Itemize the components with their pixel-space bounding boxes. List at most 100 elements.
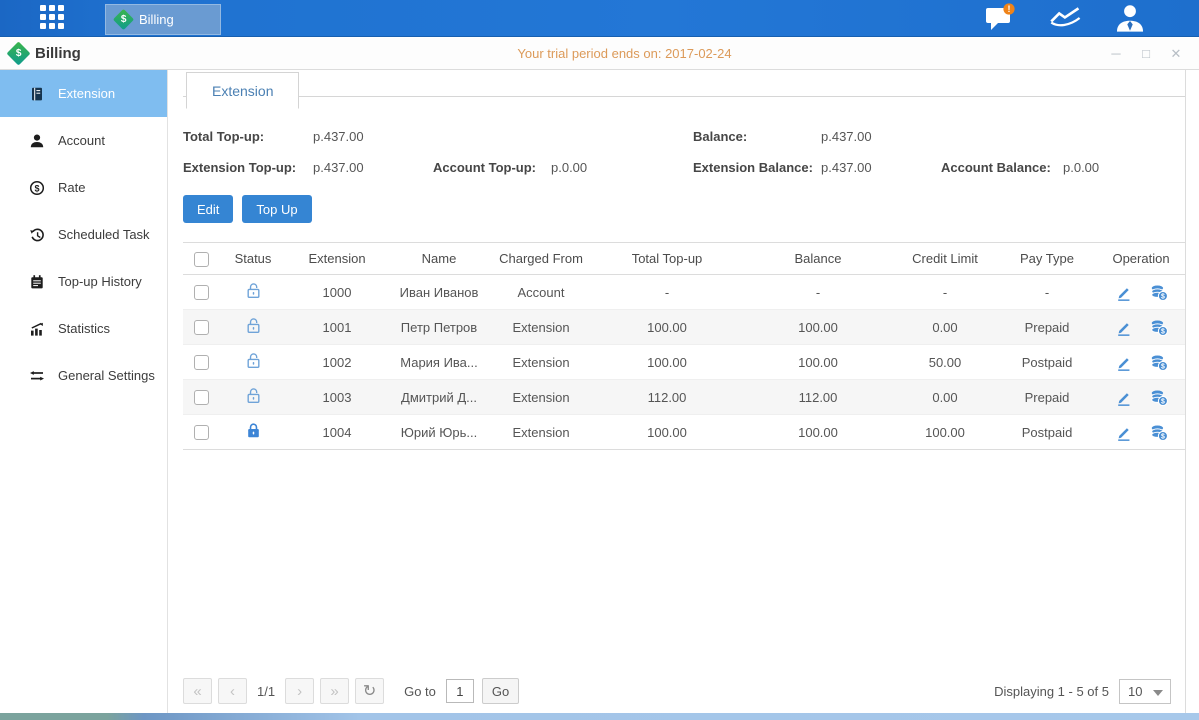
svg-text:$: $ (34, 183, 39, 193)
charged-from-cell: Extension (491, 310, 591, 345)
desktop-strip (0, 713, 1199, 720)
charged-from-cell: Extension (491, 345, 591, 380)
displaying-text: Displaying 1 - 5 of 5 (994, 684, 1109, 699)
table-row: 1001Петр ПетровExtension100.00100.000.00… (183, 310, 1185, 345)
lock-open-icon (245, 387, 262, 404)
topup-coins-icon[interactable]: $ (1150, 389, 1168, 406)
maximize-button[interactable]: □ (1139, 46, 1153, 61)
edit-pencil-icon[interactable] (1115, 389, 1132, 406)
total-topup-value: p.437.00 (313, 129, 433, 144)
total-topup-cell: 100.00 (591, 310, 743, 345)
sidebar-item-label: Top-up History (58, 274, 142, 289)
extensions-table: StatusExtensionNameCharged FromTotal Top… (183, 242, 1185, 450)
sidebar-item-scheduled-task[interactable]: Scheduled Task (0, 211, 167, 258)
operation-cell: $ (1097, 424, 1185, 441)
sidebar-item-general-settings[interactable]: General Settings (0, 352, 167, 399)
edit-button[interactable]: Edit (183, 195, 233, 223)
sidebar-item-account[interactable]: Account (0, 117, 167, 164)
row-checkbox[interactable] (194, 320, 209, 335)
billing-app-window: $ Billing ! $ Billing (0, 0, 1199, 720)
sidebar-item-label: Scheduled Task (58, 227, 150, 242)
account-balance-label: Account Balance: (941, 160, 1063, 175)
messages-icon[interactable]: ! (985, 3, 1019, 33)
billing-diamond-icon: $ (6, 41, 30, 65)
window-title: Billing (35, 45, 81, 62)
go-button[interactable]: Go (482, 678, 519, 704)
charged-from-cell: Extension (491, 415, 591, 450)
page-size-select[interactable]: 10 (1119, 679, 1171, 704)
extension-balance-label: Extension Balance: (693, 160, 821, 175)
svg-text:$: $ (1161, 398, 1165, 405)
next-page-button[interactable]: › (285, 678, 314, 704)
svg-text:$: $ (1161, 363, 1165, 370)
sidebar-item-label: Rate (58, 180, 85, 195)
first-page-button[interactable]: « (183, 678, 212, 704)
column-header-name: Name (387, 243, 491, 275)
sidebar-item-label: Account (58, 133, 105, 148)
sidebar-item-top-up-history[interactable]: Top-up History (0, 258, 167, 305)
name-cell: Мария Ива... (387, 345, 491, 380)
window-controls: ─ □ ✕ (1109, 46, 1199, 62)
chevron-down-icon (1153, 690, 1163, 696)
column-header-extension: Extension (287, 243, 387, 275)
svg-text:$: $ (1161, 328, 1165, 335)
top-right-icons: ! (985, 3, 1199, 33)
user-icon[interactable] (1113, 3, 1147, 33)
refresh-icon[interactable]: ↻ (355, 678, 384, 704)
goto-page-input[interactable] (446, 679, 474, 703)
select-all-checkbox[interactable] (194, 252, 209, 267)
extension-balance-value: p.437.00 (821, 160, 941, 175)
balance-cell: 100.00 (743, 345, 893, 380)
table-row: 1004Юрий Юрь...Extension100.00100.00100.… (183, 415, 1185, 450)
minimize-button[interactable]: ─ (1109, 46, 1123, 61)
tab-extension[interactable]: Extension (186, 72, 299, 109)
topup-coins-icon[interactable]: $ (1150, 284, 1168, 301)
topup-coins-icon[interactable]: $ (1150, 424, 1168, 441)
operation-cell: $ (1097, 389, 1185, 406)
taskbar-tab-billing[interactable]: $ Billing (105, 4, 221, 35)
top-up-button[interactable]: Top Up (242, 195, 311, 223)
topup-coins-icon[interactable]: $ (1150, 354, 1168, 371)
extension-cell: 1001 (287, 310, 387, 345)
sidebar-item-label: Extension (58, 86, 115, 101)
table-row: 1000Иван ИвановAccount----$ (183, 275, 1185, 310)
total-topup-cell: 100.00 (591, 345, 743, 380)
credit-limit-cell: 0.00 (893, 310, 997, 345)
lock-open-icon (245, 282, 262, 299)
scheduled-task-icon (29, 227, 45, 243)
balance-cell: - (743, 275, 893, 310)
row-checkbox[interactable] (194, 390, 209, 405)
sidebar-item-rate[interactable]: $ Rate (0, 164, 167, 211)
account-icon (29, 133, 45, 149)
row-checkbox[interactable] (194, 285, 209, 300)
app-launcher-button[interactable] (0, 0, 105, 36)
column-header-operation: Operation (1097, 243, 1185, 275)
operation-cell: $ (1097, 354, 1185, 371)
row-checkbox[interactable] (194, 425, 209, 440)
row-checkbox[interactable] (194, 355, 209, 370)
name-cell: Петр Петров (387, 310, 491, 345)
topup-coins-icon[interactable]: $ (1150, 319, 1168, 336)
pagination-bar: « ‹ 1/1 › » ↻ Go to Go Displaying 1 - 5 … (183, 677, 1171, 705)
edit-pencil-icon[interactable] (1115, 284, 1132, 301)
main-panel: Extension Total Top-up: p.437.00 Balance… (168, 70, 1186, 713)
tab-bar: Extension (183, 70, 1185, 97)
sidebar-item-statistics[interactable]: Statistics (0, 305, 167, 352)
prev-page-button[interactable]: ‹ (218, 678, 247, 704)
last-page-button[interactable]: » (320, 678, 349, 704)
pay-type-cell: - (997, 275, 1097, 310)
close-button[interactable]: ✕ (1169, 46, 1183, 62)
edit-pencil-icon[interactable] (1115, 424, 1132, 441)
account-topup-value: p.0.00 (551, 160, 587, 175)
statistics-chart-icon[interactable] (1049, 3, 1083, 33)
edit-pencil-icon[interactable] (1115, 354, 1132, 371)
edit-pencil-icon[interactable] (1115, 319, 1132, 336)
charged-from-cell: Account (491, 275, 591, 310)
table-row: 1002Мария Ива...Extension100.00100.0050.… (183, 345, 1185, 380)
credit-limit-cell: 100.00 (893, 415, 997, 450)
column-header-credit-limit: Credit Limit (893, 243, 997, 275)
sidebar-item-extension[interactable]: Extension (0, 70, 167, 117)
lock-open-icon (245, 317, 262, 334)
svg-text:!: ! (1008, 4, 1011, 14)
window-title-group: $ Billing (0, 45, 260, 62)
